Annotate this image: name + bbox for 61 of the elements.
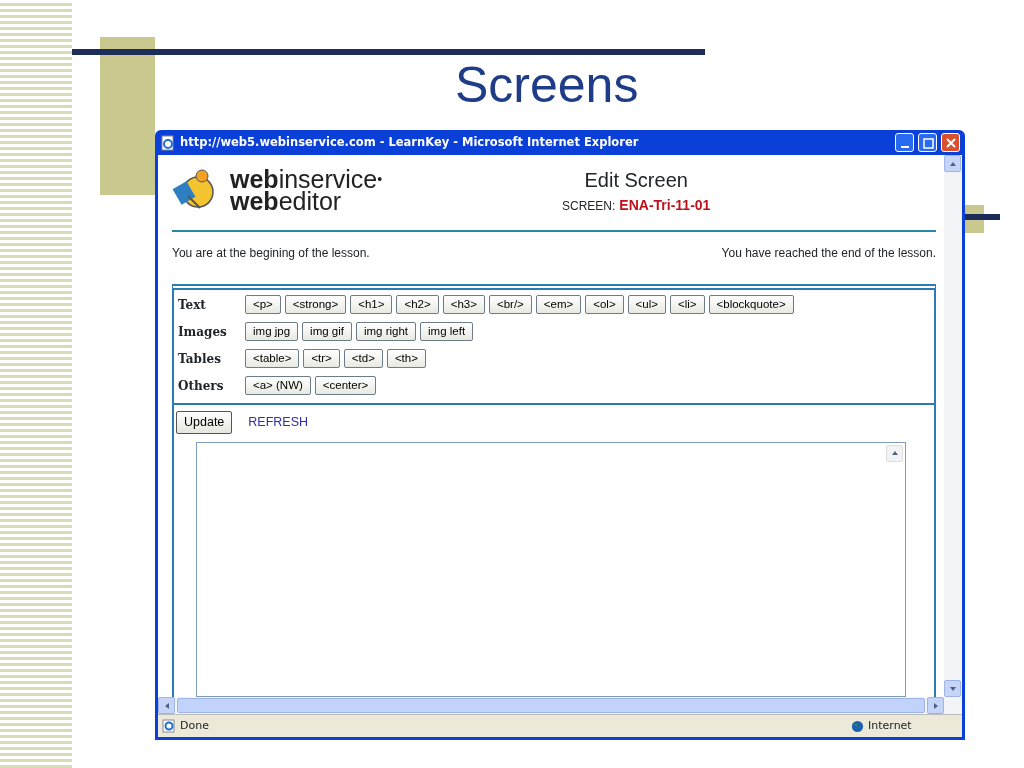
tag-button[interactable]: <table> — [245, 349, 300, 368]
vertical-scrollbar[interactable] — [944, 155, 962, 697]
status-text: Done — [180, 717, 210, 734]
update-button[interactable]: Update — [176, 411, 233, 434]
scroll-up-button[interactable] — [886, 444, 903, 462]
tag-button[interactable]: img right — [355, 322, 417, 341]
scroll-left-button[interactable] — [158, 697, 175, 714]
screen-id: ENA-Tri-11-01 — [619, 196, 711, 215]
minimize-icon — [900, 146, 909, 148]
tag-button[interactable]: <a> (NW) — [245, 376, 311, 395]
page-icon — [162, 719, 176, 733]
logo-mark: • — [377, 170, 383, 190]
group-label: Images — [178, 323, 228, 341]
scroll-down-button[interactable] — [944, 680, 961, 697]
triangle-left-icon — [164, 702, 169, 709]
group-label: Text — [178, 296, 207, 314]
triangle-up-icon — [891, 451, 898, 456]
tag-button[interactable]: <li> — [670, 295, 705, 314]
minimize-button[interactable] — [895, 133, 914, 152]
slide-title: Screens — [455, 58, 639, 113]
tag-button[interactable]: <em> — [535, 295, 582, 314]
tag-button[interactable]: <ul> — [627, 295, 666, 314]
tag-button[interactable]: img left — [420, 322, 474, 341]
triangle-up-icon — [949, 161, 956, 166]
maximize-button[interactable] — [918, 133, 937, 152]
tag-button[interactable]: <h2> — [396, 295, 439, 314]
lesson-start-text: You are at the begining of the lesson. — [172, 245, 370, 262]
logo-text: webinservice — [230, 169, 378, 191]
scroll-up-button[interactable] — [944, 155, 961, 172]
tag-button[interactable]: <center> — [314, 376, 377, 395]
tag-button[interactable]: <th> — [386, 349, 426, 368]
horizontal-scrollbar[interactable] — [158, 697, 962, 714]
close-button[interactable] — [941, 133, 960, 152]
tag-button[interactable]: <td> — [343, 349, 383, 368]
lesson-end-text: You have reached the end of the lesson. — [721, 245, 936, 262]
tag-button[interactable]: <blockquote> — [708, 295, 794, 314]
page-icon — [160, 134, 176, 151]
group-label: Others — [178, 377, 225, 395]
triangle-down-icon — [949, 686, 956, 691]
logo-text: webeditor — [230, 190, 342, 212]
screen-label: SCREEN: — [562, 198, 616, 215]
tag-button[interactable]: img gif — [302, 322, 352, 341]
close-icon — [943, 135, 958, 150]
tag-button[interactable]: <tr> — [303, 349, 340, 368]
tag-button[interactable]: <h3> — [442, 295, 485, 314]
scroll-right-button[interactable] — [927, 697, 944, 714]
page-heading: Edit Screen — [583, 168, 689, 193]
maximize-icon — [920, 135, 935, 150]
triangle-right-icon — [933, 702, 938, 709]
tag-button[interactable]: <strong> — [284, 295, 347, 314]
zone-text: Internet — [868, 717, 913, 734]
tag-button[interactable]: <h1> — [350, 295, 393, 314]
window-title: http://web5.webinservice.com - LearnKey - Microsoft Internet Explorer — [180, 133, 640, 151]
tag-button[interactable]: <br/> — [488, 295, 532, 314]
refresh-link[interactable]: REFRESH — [248, 413, 309, 432]
scrollbar-thumb[interactable] — [177, 698, 925, 713]
tag-button[interactable]: <ol> — [585, 295, 624, 314]
tag-button[interactable]: img jpg — [245, 322, 299, 341]
globe-icon — [851, 719, 864, 733]
group-label: Tables — [178, 350, 222, 368]
tag-button[interactable]: <p> — [245, 295, 281, 314]
